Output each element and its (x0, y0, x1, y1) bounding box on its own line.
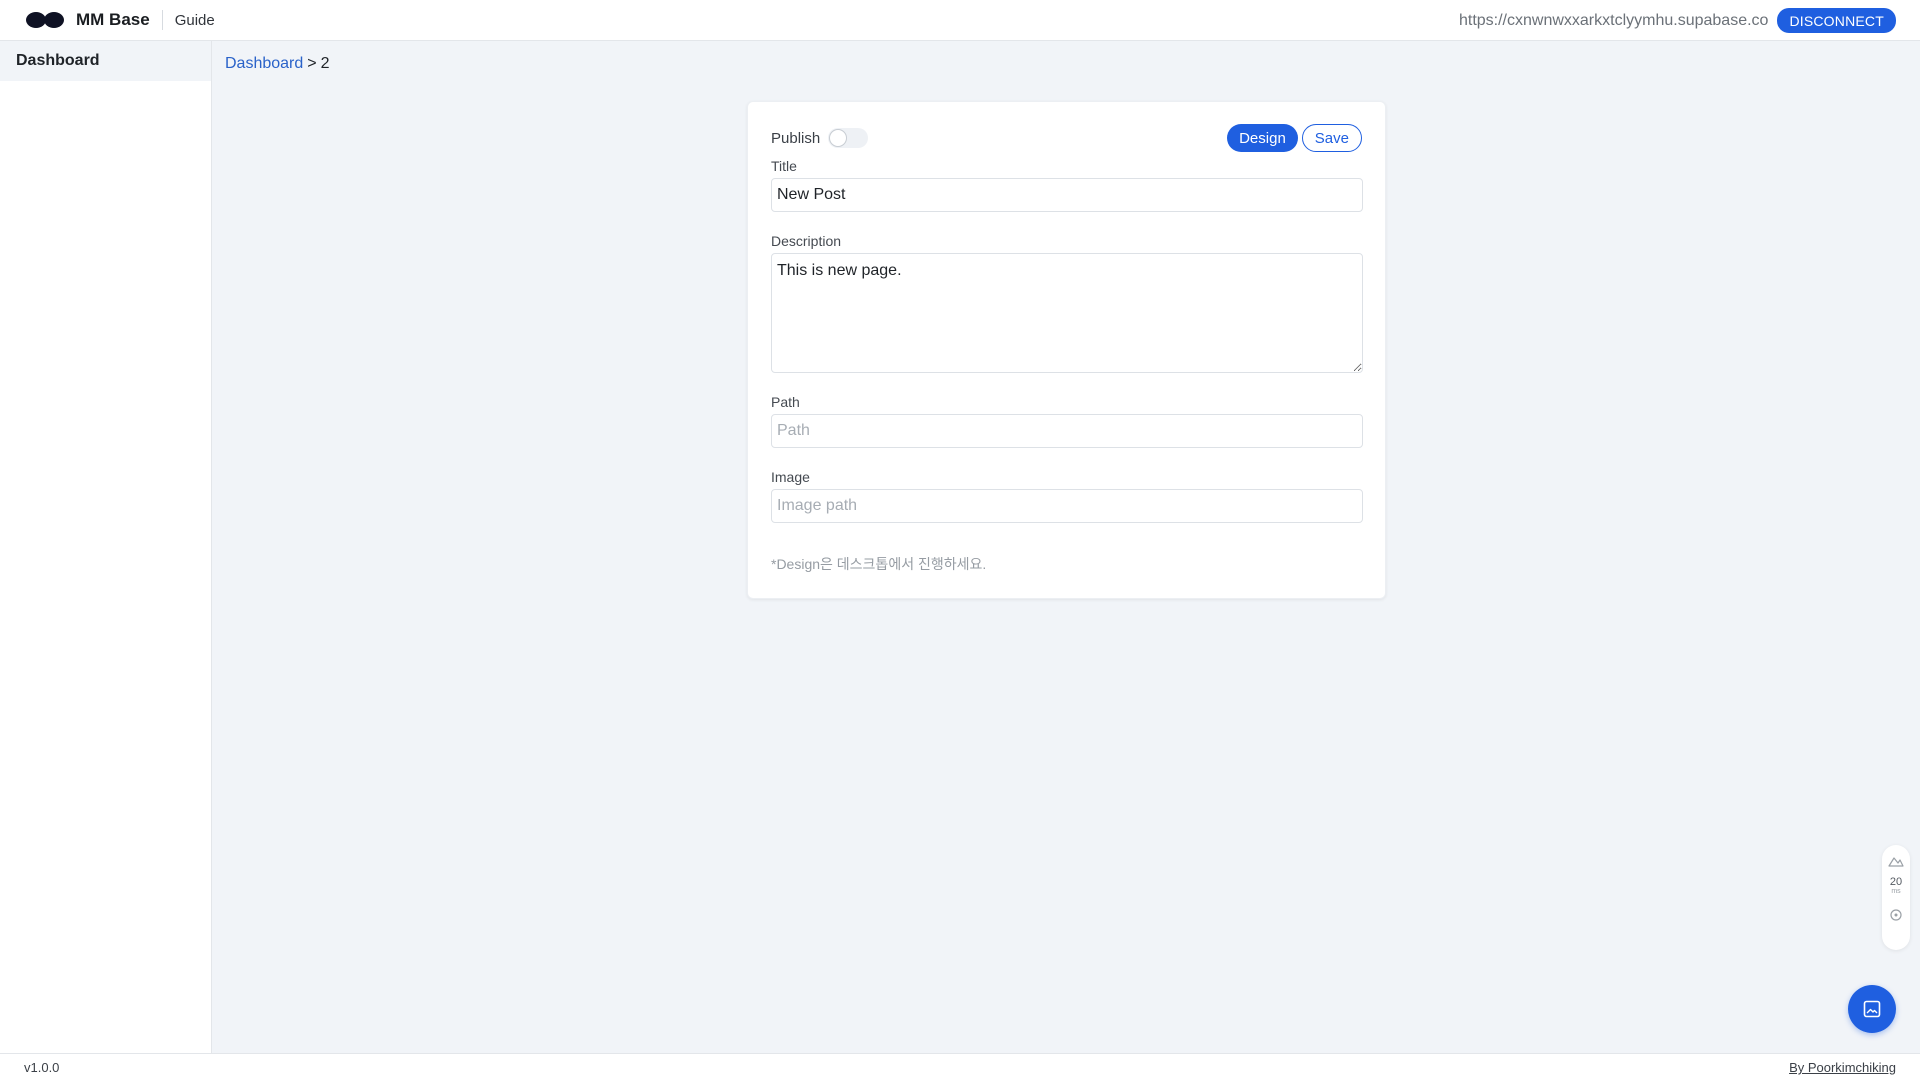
connection-info: https://cxnwnwxxarkxtclyymhu.supabase.co… (1459, 8, 1896, 33)
breadcrumb: Dashboard > 2 (225, 55, 330, 73)
publish-label: Publish (771, 129, 821, 147)
version-label: v1.0.0 (24, 1060, 60, 1075)
save-button[interactable]: Save (1301, 124, 1362, 152)
design-hint: *Design은 데스크톱에서 진행하세요. (771, 556, 987, 572)
infinity-logo-icon (26, 10, 66, 30)
publish-row: Publish (771, 128, 869, 148)
breadcrumb-dashboard-link[interactable]: Dashboard (225, 55, 303, 73)
toggle-knob (829, 129, 848, 147)
widget-value: 20 (1889, 876, 1903, 888)
post-editor-card: Publish Design Save Title Description Th… (747, 101, 1386, 599)
path-input[interactable] (771, 414, 1363, 448)
image-icon (1863, 1000, 1881, 1018)
guide-link[interactable]: Guide (175, 12, 215, 29)
title-input[interactable] (771, 178, 1363, 212)
widget-unit: ms (1891, 888, 1901, 895)
image-fab-button[interactable] (1848, 985, 1896, 1033)
image-label: Image (771, 469, 810, 485)
header-divider (161, 10, 163, 30)
chart-icon (1888, 857, 1904, 867)
sidebar-item-dashboard[interactable]: Dashboard (0, 41, 211, 81)
logo[interactable]: MM Base (26, 10, 150, 30)
path-label: Path (771, 394, 800, 410)
connection-url: https://cxnwnwxxarkxtclyymhu.supabase.co (1458, 11, 1769, 29)
top-header: MM Base Guide https://cxnwnwxxarkxtclyym… (0, 0, 1920, 41)
publish-toggle[interactable] (828, 128, 869, 148)
breadcrumb-current: 2 (320, 55, 330, 72)
action-buttons: Design Save (1227, 124, 1362, 152)
target-icon[interactable] (1889, 908, 1903, 922)
design-button[interactable]: Design (1227, 124, 1298, 152)
sidebar: Dashboard (0, 41, 212, 1053)
credit-link[interactable]: By Poorkimchiking (1789, 1060, 1896, 1075)
description-label: Description (771, 233, 842, 249)
disconnect-button[interactable]: DISCONNECT (1777, 8, 1896, 33)
breadcrumb-separator: > (307, 55, 317, 72)
footer: v1.0.0 By Poorkimchiking (0, 1053, 1920, 1080)
image-path-input[interactable] (771, 489, 1363, 523)
description-textarea[interactable]: This is new page. (771, 253, 1363, 373)
performance-widget[interactable]: 20 ms (1882, 845, 1910, 950)
brand-name: MM Base (76, 10, 150, 29)
title-label: Title (771, 158, 797, 174)
